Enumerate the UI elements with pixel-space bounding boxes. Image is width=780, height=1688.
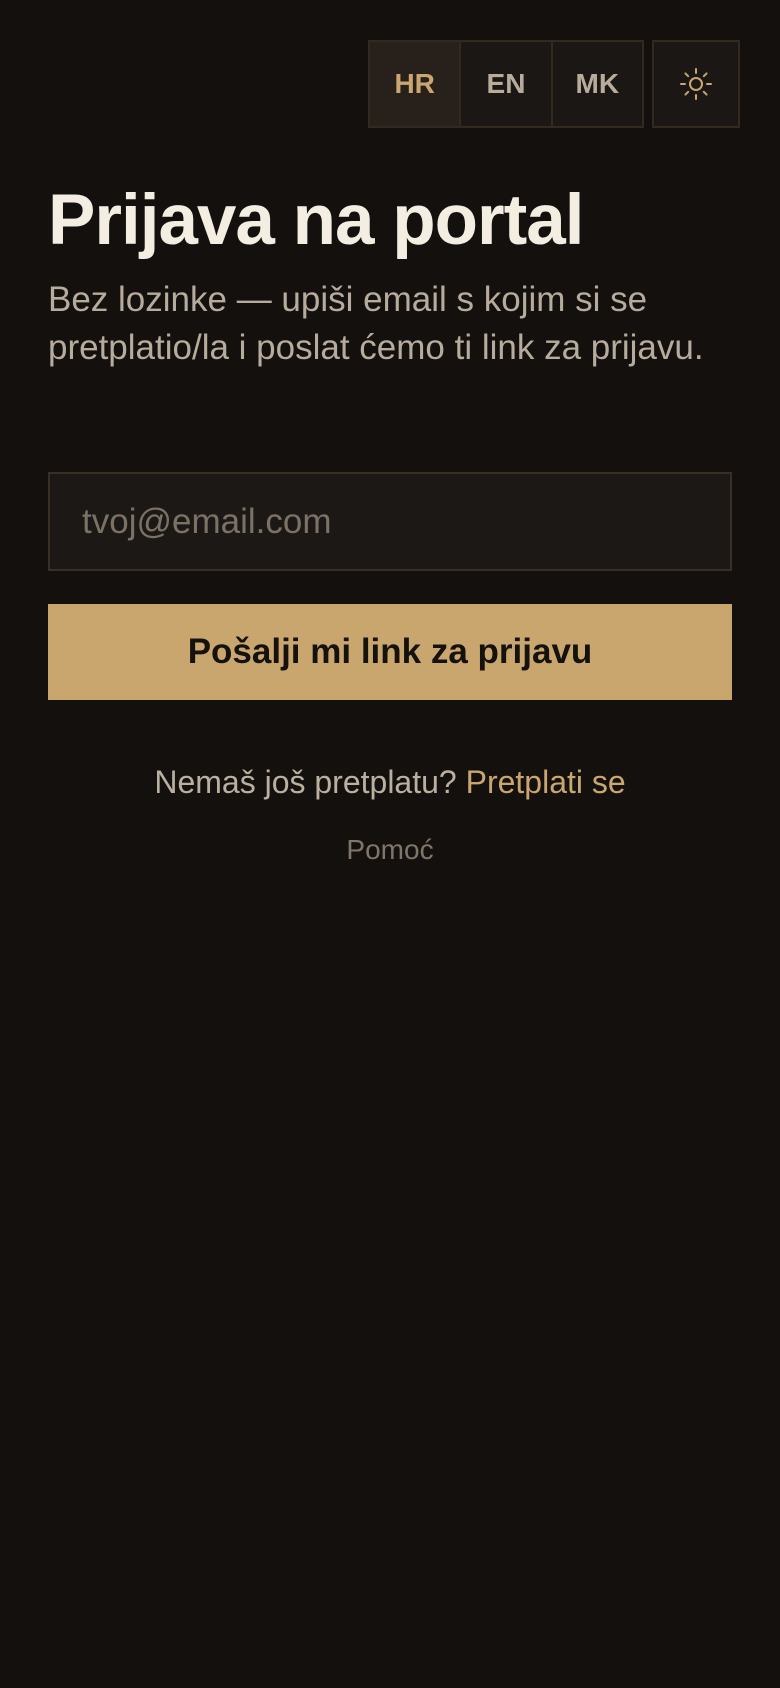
email-field[interactable]: [48, 472, 732, 571]
send-login-link-button[interactable]: Pošalji mi link za prijavu: [48, 604, 732, 700]
help-link[interactable]: Pomoć: [0, 832, 780, 868]
theme-toggle-button[interactable]: [652, 40, 740, 128]
subscribe-link[interactable]: Pretplati se: [466, 764, 626, 800]
language-mk-button[interactable]: MK: [550, 42, 642, 126]
sun-icon: [680, 68, 712, 100]
language-hr-button[interactable]: HR: [370, 42, 460, 126]
signup-prompt: Nemaš još pretplatu? Pretplati se: [0, 760, 780, 804]
no-subscription-text: Nemaš još pretplatu?: [154, 764, 457, 800]
language-switcher: HR EN MK: [368, 40, 644, 128]
language-en-button[interactable]: EN: [459, 42, 551, 126]
page-subtitle: Bez lozinke — upiši email s kojim si se …: [48, 280, 704, 367]
page-title: Prijava na portal: [48, 181, 584, 260]
